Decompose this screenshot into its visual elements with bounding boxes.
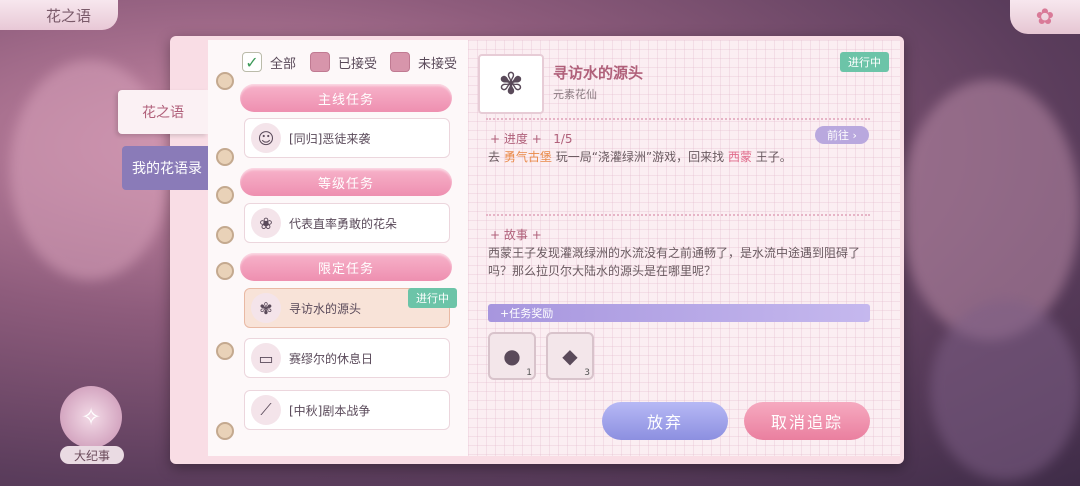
checkbox-icon	[390, 52, 410, 72]
fairy-book-icon: ✧	[80, 403, 102, 431]
branch-icon: ⟋	[251, 395, 281, 425]
progress-description: 去 勇气古堡 玩一局“浇灌绿洲”游戏，回来找 西蒙 王子。	[488, 148, 868, 166]
tab-label: 花之语	[142, 105, 184, 121]
task-label: 寻访水的源头	[289, 301, 362, 316]
filter-accepted[interactable]: 已接受	[310, 52, 377, 72]
detail-status-badge: 进行中	[840, 52, 889, 72]
untrack-label: 取消追踪	[770, 413, 843, 432]
task-label: 赛缪尔的休息日	[289, 351, 374, 366]
location-highlight: 勇气古堡	[503, 150, 552, 164]
close-button[interactable]: ✿	[1010, 0, 1080, 34]
section-label: 限定任务	[317, 261, 374, 277]
page-title-tab: 花之语	[0, 0, 118, 30]
checkbox-icon	[310, 52, 330, 72]
task-label: [同归]恶徒来袭	[289, 131, 371, 146]
go-button[interactable]: 前往 ›	[815, 126, 869, 144]
section-level-quests[interactable]: 等级任务	[240, 168, 452, 196]
chronicle-button[interactable]: ✧	[60, 386, 122, 448]
flower-close-icon: ✿	[1035, 4, 1055, 30]
tab-label: 我的花语录	[132, 161, 202, 177]
progress-value: 1/5	[553, 132, 573, 146]
reward-label: 任务奖励	[509, 307, 554, 320]
section-label: 等级任务	[317, 176, 374, 192]
story-text: 西蒙王子发现灌溉绿洲的水流没有之前通畅了，是水流中途遇到阻碍了吗？那么拉贝尔大陆…	[488, 246, 861, 278]
task-label: 代表直率勇敢的花朵	[289, 216, 398, 231]
progress-text: 王子。	[755, 150, 792, 164]
background-petal	[930, 300, 1080, 480]
seed-bag-icon: ●	[503, 344, 521, 368]
filter-label: 未接受	[418, 56, 458, 72]
divider	[486, 214, 870, 216]
progress-label-row: + 进度 + 1/5	[490, 132, 573, 146]
progress-label: 进度	[503, 132, 528, 146]
task-subtitle: 元素花仙	[553, 88, 597, 101]
task-label: [中秋]剧本战争	[289, 403, 371, 418]
progress-text: 去	[488, 150, 501, 164]
tab-flower-language[interactable]: 花之语	[118, 90, 208, 134]
section-main-quests[interactable]: 主线任务	[240, 84, 452, 112]
water-flower-icon: ✾	[251, 293, 281, 323]
reward-item[interactable]: ● 1	[488, 332, 536, 380]
section-label: 主线任务	[317, 92, 374, 108]
character-portrait-icon: ☺	[251, 123, 281, 153]
water-flower-icon: ✾	[478, 54, 544, 114]
task-item[interactable]: ⟋ [中秋]剧本战争	[244, 390, 450, 430]
npc-highlight: 西蒙	[727, 150, 752, 164]
give-up-button[interactable]: 放弃	[602, 402, 728, 440]
filter-label: 已接受	[338, 56, 378, 72]
story-label-row: + 故事 +	[490, 228, 542, 242]
untrack-button[interactable]: 取消追踪	[744, 402, 870, 440]
progress-text: 玩一局“浇灌绿洲”游戏，回来找	[555, 150, 725, 164]
filter-all[interactable]: ✓ 全部	[242, 52, 296, 72]
filter-not-accepted[interactable]: 未接受	[390, 52, 457, 72]
gem-icon: ◆	[562, 344, 578, 368]
reward-header: + 任务奖励	[488, 304, 870, 322]
give-up-label: 放弃	[646, 413, 683, 432]
in-progress-badge: 进行中	[408, 288, 457, 308]
go-button-label: 前往	[827, 129, 850, 142]
task-item[interactable]: ▭ 赛缪尔的休息日	[244, 338, 450, 378]
chronicle-label: 大纪事	[60, 446, 124, 464]
checkbox-checked-icon: ✓	[242, 52, 262, 72]
tab-my-quotes[interactable]: 我的花语录	[122, 146, 212, 190]
task-title: 寻访水的源头	[553, 64, 644, 82]
task-item[interactable]: ☺ [同归]恶徒来袭	[244, 118, 450, 158]
section-limited-quests[interactable]: 限定任务	[240, 253, 452, 281]
reward-item[interactable]: ◆ 3	[546, 332, 594, 380]
reward-count: 3	[584, 368, 590, 378]
reward-count: 1	[526, 368, 532, 378]
filter-label: 全部	[270, 56, 297, 72]
task-item[interactable]: ❀ 代表直率勇敢的花朵	[244, 203, 450, 243]
paper-note-icon: ▭	[251, 343, 281, 373]
flower-wreath-icon: ❀	[251, 208, 281, 238]
divider	[486, 118, 870, 120]
story-label: 故事	[503, 228, 528, 242]
page-title: 花之语	[46, 6, 92, 25]
